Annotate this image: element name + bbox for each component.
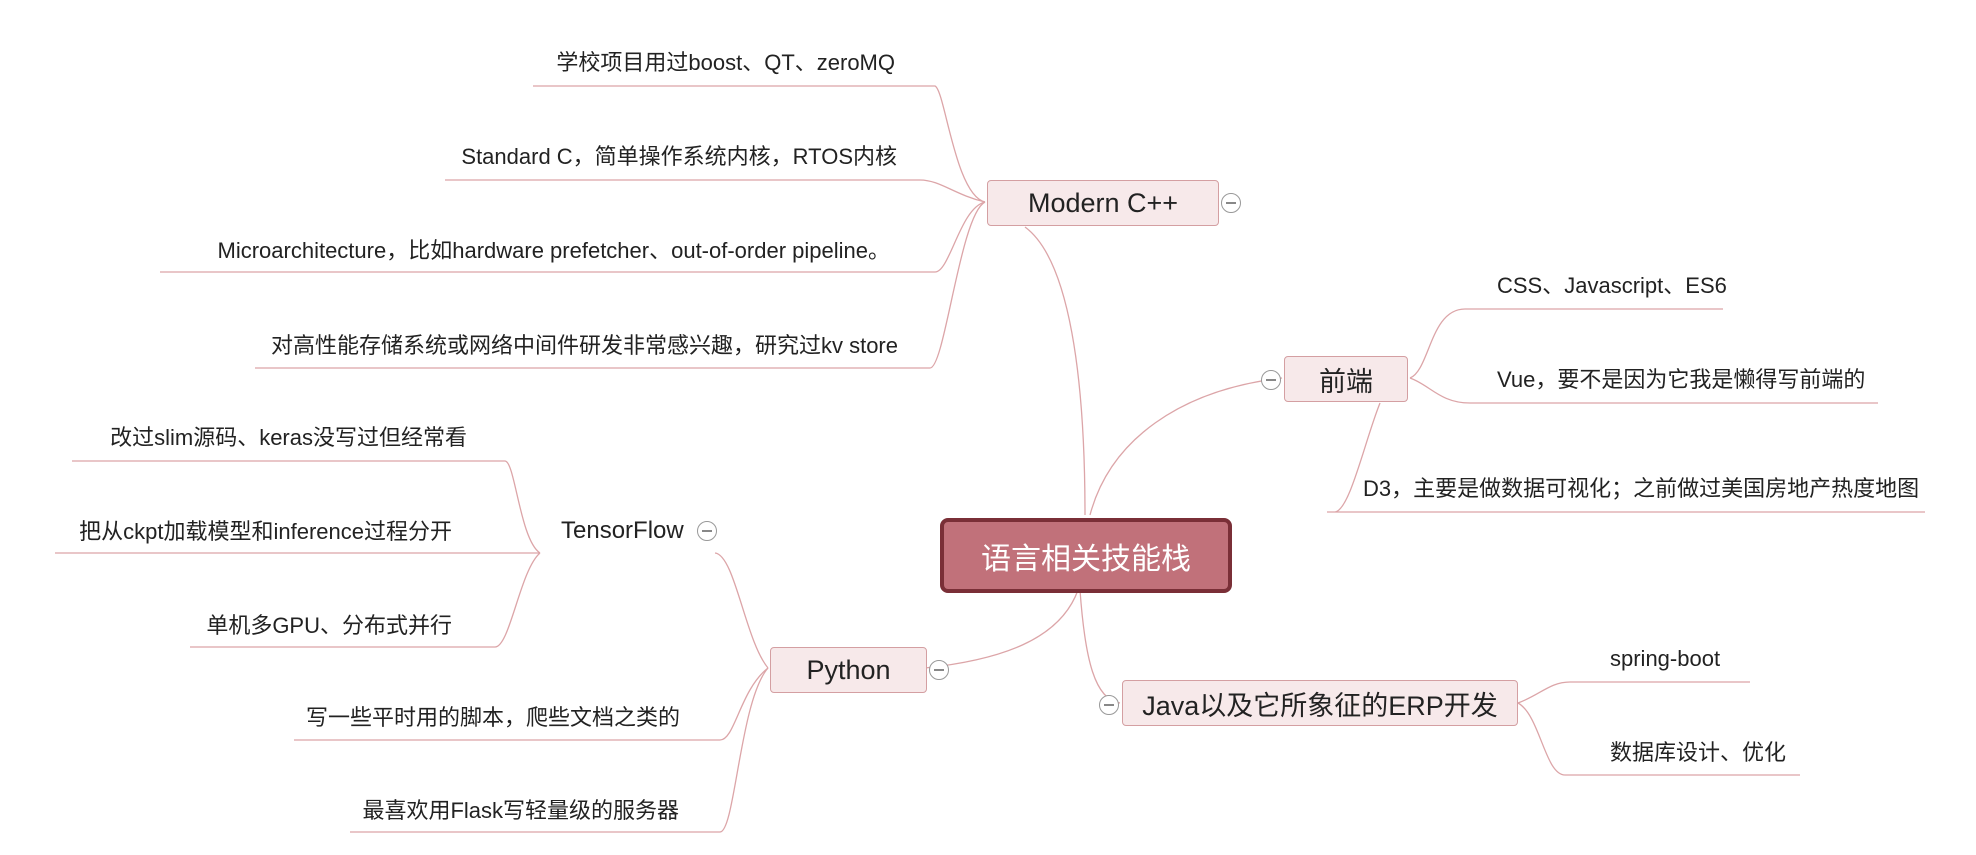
link-java-1 — [1517, 681, 1750, 704]
topic-frontend[interactable]: 前端 — [1284, 356, 1408, 402]
topic-frontend-label: 前端 — [1319, 366, 1373, 397]
central-topic[interactable]: 语言相关技能栈 — [940, 518, 1232, 593]
cpp-child-1: 学校项目用过boost、QT、zeroMQ — [556, 50, 895, 75]
mind-map-canvas: 语言相关技能栈 Modern C++ 学校项目用过boost、QT、zeroMQ… — [0, 0, 1976, 855]
link-central-frontend — [1089, 377, 1283, 516]
tf-child-3: 单机多GPU、分布式并行 — [206, 613, 452, 638]
collapse-java-icon[interactable] — [1099, 695, 1119, 715]
link-central-python — [924, 589, 1079, 669]
collapse-frontend-icon[interactable] — [1261, 370, 1281, 390]
frontend-child-1: CSS、Javascript、ES6 — [1497, 273, 1727, 298]
link-cpp-2 — [445, 179, 986, 203]
cpp-child-3: Microarchitecture，比如hardware prefetcher、… — [217, 238, 891, 263]
cpp-child-2: Standard C，简单操作系统内核，RTOS内核 — [461, 144, 897, 169]
python-child-2: 最喜欢用Flask写轻量级的服务器 — [362, 798, 679, 823]
frontend-child-3: D3，主要是做数据可视化；之前做过美国房地产热度地图 — [1363, 476, 1920, 501]
link-central-java — [1079, 589, 1121, 704]
topic-python[interactable]: Python — [770, 647, 927, 693]
java-child-1: spring-boot — [1610, 646, 1721, 671]
topic-java-erp[interactable]: Java以及它所象征的ERP开发 — [1122, 680, 1518, 726]
topic-modern-cpp[interactable]: Modern C++ — [987, 180, 1219, 226]
link-central-cpp — [1024, 226, 1086, 516]
collapse-cpp-icon[interactable] — [1221, 193, 1241, 213]
topic-java-erp-label: Java以及它所象征的ERP开发 — [1142, 690, 1498, 721]
topic-python-label: Python — [806, 654, 891, 685]
cpp-child-4: 对高性能存储系统或网络中间件研发非常感兴趣，研究过kv store — [270, 333, 898, 358]
python-child-1: 写一些平时用的脚本，爬些文档之类的 — [305, 705, 680, 730]
subtopic-tensorflow[interactable]: TensorFlow — [561, 517, 684, 545]
collapse-python-icon[interactable] — [929, 660, 949, 680]
tf-child-2: 把从ckpt加载模型和inference过程分开 — [79, 519, 452, 544]
link-py-tf — [714, 552, 769, 669]
topic-modern-cpp-label: Modern C++ — [1027, 187, 1179, 218]
tf-child-1: 改过slim源码、keras没写过但经常看 — [110, 425, 467, 450]
central-topic-label: 语言相关技能栈 — [981, 542, 1191, 576]
java-child-2: 数据库设计、优化 — [1610, 740, 1787, 765]
frontend-child-2: Vue，要不是因为它我是懒得写前端的 — [1497, 367, 1866, 392]
collapse-tensorflow-icon[interactable] — [697, 521, 717, 541]
